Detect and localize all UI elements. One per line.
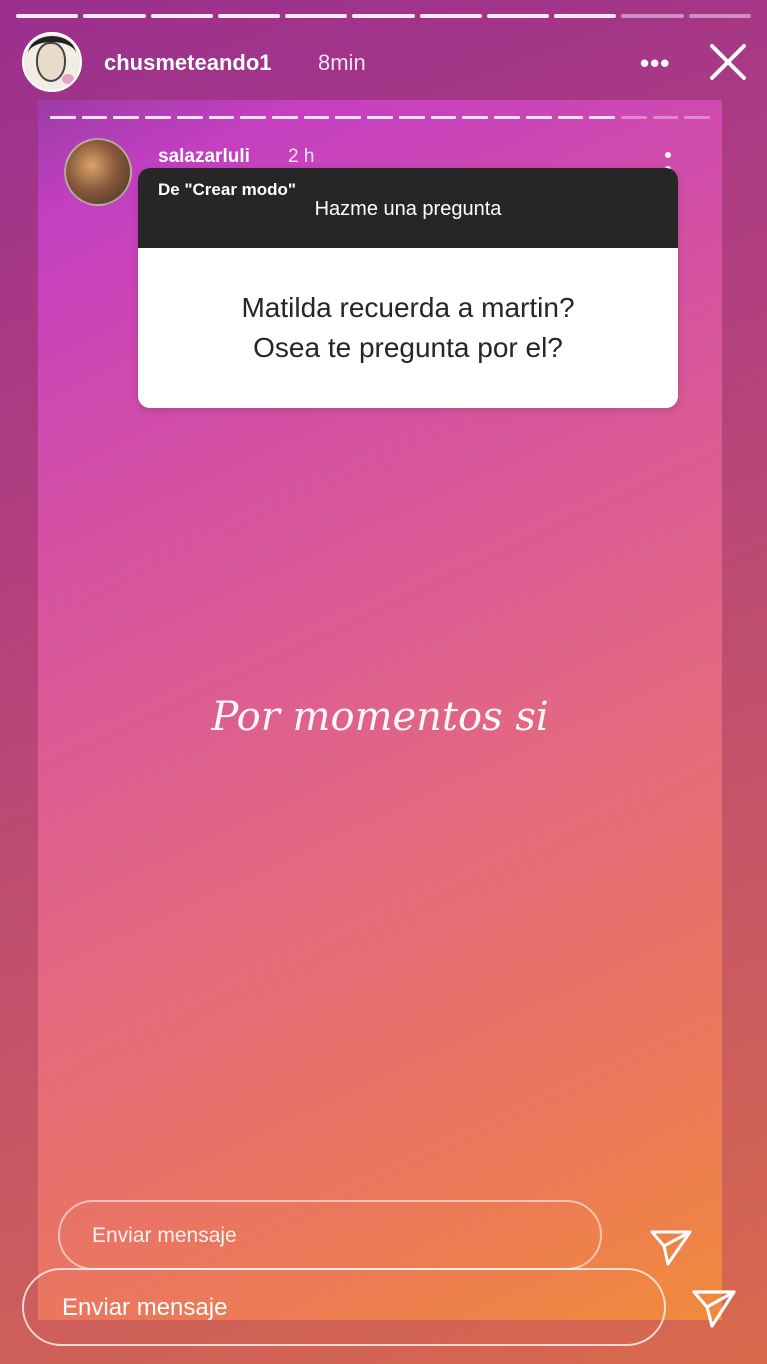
inner-message-placeholder: Enviar mensaje <box>92 1224 237 1247</box>
inner-progress-segment <box>145 116 171 119</box>
progress-segment <box>486 14 550 18</box>
question-sticker-header: De "Crear modo" Hazme una pregunta <box>138 168 678 248</box>
inner-progress-segment <box>176 116 203 119</box>
outer-progress-bar <box>16 14 751 18</box>
progress-segment <box>83 14 146 18</box>
question-line-2: Osea te pregunta por el? <box>253 332 563 363</box>
more-horizontal-icon[interactable]: ••• <box>640 48 670 79</box>
inner-message-input: Enviar mensaje <box>58 1200 602 1270</box>
avatar[interactable] <box>22 32 82 92</box>
inner-progress-segment <box>240 116 267 119</box>
inner-progress-segment <box>303 116 330 119</box>
question-text: Matilda recuerda a martin? Osea te pregu… <box>138 288 678 368</box>
inner-progress-segment <box>398 116 425 119</box>
inner-progress-segment <box>335 116 362 119</box>
inner-progress-segment <box>113 116 140 119</box>
close-icon[interactable] <box>706 40 750 84</box>
progress-segment <box>150 14 213 18</box>
story-header: chusmeteando1 8min ••• <box>0 28 767 98</box>
inner-progress-segment <box>620 116 647 119</box>
timestamp: 8min <box>318 50 366 75</box>
answer-text: Por momentos si <box>211 694 549 740</box>
progress-segment <box>688 14 751 18</box>
message-placeholder: Enviar mensaje <box>62 1294 228 1321</box>
inner-timestamp: 2 h <box>288 146 315 167</box>
progress-segment <box>419 14 482 18</box>
inner-progress-segment <box>494 116 520 119</box>
inner-progress-bar <box>50 116 711 119</box>
inner-progress-segment <box>430 116 457 119</box>
inner-progress-segment <box>367 116 393 119</box>
message-input[interactable]: Enviar mensaje <box>22 1268 666 1346</box>
question-prompt: Hazme una pregunta <box>314 198 502 220</box>
inner-avatar <box>64 138 132 206</box>
progress-segment <box>352 14 415 18</box>
send-icon[interactable] <box>690 1284 738 1332</box>
inner-progress-segment <box>50 116 76 119</box>
inner-progress-segment <box>557 116 584 119</box>
inner-progress-segment <box>462 116 489 119</box>
inner-progress-segment <box>589 116 615 119</box>
inner-progress-segment <box>652 116 679 119</box>
progress-segment <box>554 14 617 18</box>
shared-story-screenshot: salazarluli 2 h De "Crear modo" Hazme un… <box>38 100 722 1320</box>
progress-segment <box>217 14 281 18</box>
avatar-face <box>36 42 66 82</box>
username[interactable]: chusmeteando1 <box>104 50 272 76</box>
inner-progress-segment <box>525 116 552 119</box>
progress-segment <box>16 14 79 18</box>
inner-progress-segment <box>272 116 298 119</box>
inner-progress-segment <box>684 116 711 119</box>
inner-send-icon <box>650 1230 692 1266</box>
question-line-1: Matilda recuerda a martin? <box>241 292 575 323</box>
inner-progress-segment <box>208 116 235 119</box>
progress-segment <box>621 14 684 18</box>
question-from-label: De "Crear modo" <box>158 180 296 199</box>
avatar-accent <box>62 74 74 84</box>
progress-segment <box>285 14 348 18</box>
inner-progress-segment <box>81 116 108 119</box>
inner-username: salazarluli <box>158 146 250 167</box>
question-sticker: De "Crear modo" Hazme una pregunta Matil… <box>138 168 678 408</box>
